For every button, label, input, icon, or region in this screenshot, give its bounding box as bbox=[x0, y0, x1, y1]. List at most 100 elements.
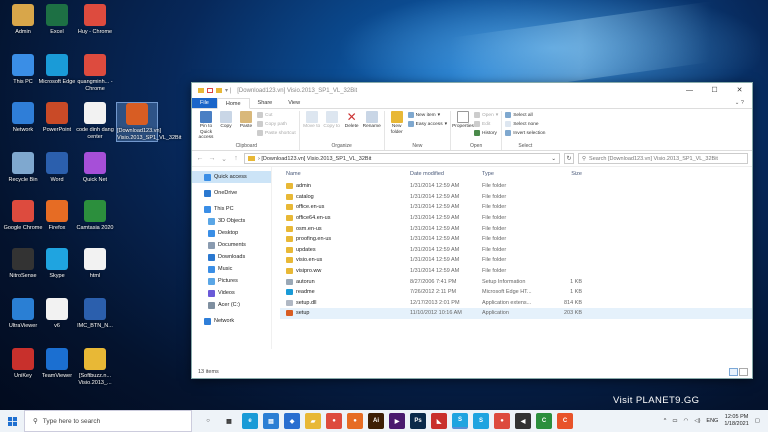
desktop-icon[interactable]: IMC_BTN_N... bbox=[74, 298, 116, 330]
file-row[interactable]: catalog 1/31/2014 12:59 AM File folder bbox=[280, 192, 752, 203]
taskbar-app-icon[interactable]: ◣ bbox=[431, 413, 447, 429]
cut-button[interactable]: Cut bbox=[257, 111, 296, 119]
search-input[interactable]: ⚲ Search [Download123.vn] Visio.2013_SP1… bbox=[578, 153, 748, 164]
nav-item[interactable]: This PC bbox=[192, 203, 271, 215]
taskbar-app-icon[interactable]: ▤ bbox=[263, 413, 279, 429]
back-arrow-icon[interactable]: ← bbox=[196, 155, 204, 162]
file-row[interactable]: office.en-us 1/31/2014 12:59 AM File folde… bbox=[280, 202, 752, 213]
file-row[interactable]: proofing.en-us 1/31/2014 12:59 AM File fol… bbox=[280, 234, 752, 245]
new-folder-icon[interactable] bbox=[216, 88, 222, 93]
nav-item[interactable]: 3D Objects bbox=[192, 215, 271, 227]
desktop-icon[interactable]: html bbox=[74, 248, 116, 280]
nav-item[interactable]: Music bbox=[192, 263, 271, 275]
language-indicator[interactable]: ENG bbox=[706, 418, 718, 424]
nav-item[interactable]: Documents bbox=[192, 239, 271, 251]
file-row[interactable]: setup.dll 12/17/2013 2:01 PM Application e… bbox=[280, 298, 752, 309]
taskbar-app-icon[interactable]: S bbox=[473, 413, 489, 429]
easy-access-button[interactable]: Easy access ▾ bbox=[407, 120, 447, 128]
ribbon-collapse-icon[interactable]: ⌄ ? bbox=[727, 98, 752, 108]
copy-button[interactable]: Copy bbox=[217, 111, 235, 143]
new-folder-button[interactable]: New folder bbox=[388, 111, 406, 143]
taskbar-app-icon[interactable]: C bbox=[536, 413, 552, 429]
taskbar-app-icon[interactable]: Ai bbox=[368, 413, 384, 429]
minimize-button[interactable]: — bbox=[677, 83, 702, 98]
move-to-button[interactable]: Move to bbox=[303, 111, 321, 143]
nav-item[interactable]: Network bbox=[192, 315, 271, 327]
paste-button[interactable]: Paste bbox=[237, 111, 255, 143]
nav-item[interactable]: Downloads bbox=[192, 251, 271, 263]
select-all-button[interactable]: Select all bbox=[505, 111, 545, 119]
invert-selection-button[interactable]: Invert selection bbox=[505, 129, 545, 137]
column-date-header[interactable]: Date modified bbox=[410, 171, 482, 177]
volume-icon[interactable]: ◁) bbox=[694, 418, 700, 424]
battery-icon[interactable]: ▭ bbox=[672, 418, 677, 424]
taskbar-app-icon[interactable]: ▦ bbox=[221, 413, 237, 429]
history-button[interactable]: History bbox=[474, 129, 498, 137]
nav-item[interactable]: Quick access bbox=[192, 171, 271, 183]
taskbar-app-icon[interactable]: ▰ bbox=[305, 413, 321, 429]
nav-item[interactable]: Videos bbox=[192, 287, 271, 299]
taskbar-app-icon[interactable]: ● bbox=[494, 413, 510, 429]
file-row[interactable]: office64.en-us 1/31/2014 12:59 AM File fol… bbox=[280, 213, 752, 224]
desktop-icon[interactable]: Excel bbox=[36, 4, 78, 36]
desktop-icon[interactable]: [Softbuzz.n... Visio.2013_... bbox=[74, 348, 116, 386]
up-arrow-icon[interactable]: ↑ bbox=[232, 155, 240, 162]
copy-path-button[interactable]: Copy path bbox=[257, 120, 296, 128]
file-row[interactable]: visio.en-us 1/31/2014 12:59 AM File folder bbox=[280, 255, 752, 266]
taskbar-app-icon[interactable]: e bbox=[242, 413, 258, 429]
qat-dropdown-icon[interactable]: ▾ | bbox=[225, 87, 231, 94]
notification-icon[interactable]: ▢ bbox=[755, 418, 760, 424]
desktop-icon[interactable]: Microsoft Edge bbox=[36, 54, 78, 86]
maximize-button[interactable]: ☐ bbox=[702, 83, 727, 98]
details-view-icon[interactable] bbox=[729, 368, 738, 376]
file-row[interactable]: osm.en-us 1/31/2014 12:59 AM File folder bbox=[280, 223, 752, 234]
file-row[interactable]: admin 1/31/2014 12:59 AM File folder bbox=[280, 181, 752, 192]
nav-item[interactable]: OneDrive bbox=[192, 187, 271, 199]
clock[interactable]: 12:05 PM 1/18/2021 bbox=[724, 414, 748, 428]
recent-dropdown-icon[interactable]: ⌄ bbox=[220, 155, 228, 163]
taskbar-app-icon[interactable]: ▶ bbox=[389, 413, 405, 429]
taskbar-app-icon[interactable]: ● bbox=[326, 413, 342, 429]
taskbar-app-icon[interactable]: C bbox=[557, 413, 573, 429]
desktop-icon[interactable]: Camtasia 2020 bbox=[74, 200, 116, 232]
tray-overflow-icon[interactable]: ^ bbox=[664, 418, 667, 424]
taskbar-app-icon[interactable]: ◀ bbox=[515, 413, 531, 429]
wifi-icon[interactable]: ◠ bbox=[684, 418, 689, 424]
desktop-icon[interactable]: v6 bbox=[36, 298, 78, 330]
nav-item[interactable]: Desktop bbox=[192, 227, 271, 239]
refresh-button[interactable]: ↻ bbox=[564, 153, 574, 164]
taskbar-app-icon[interactable]: Ps bbox=[410, 413, 426, 429]
taskbar-app-icon[interactable]: ● bbox=[347, 413, 363, 429]
column-name-header[interactable]: Name bbox=[280, 171, 410, 177]
file-row[interactable]: setup 11/10/2012 10:16 AM Application 203 K… bbox=[280, 308, 752, 319]
pin-quick-access-button[interactable]: Pin to Quick access bbox=[197, 111, 215, 143]
paste-shortcut-button[interactable]: Paste shortcut bbox=[257, 129, 296, 137]
tab-share[interactable]: Share bbox=[250, 98, 281, 108]
column-type-header[interactable]: Type bbox=[482, 171, 542, 177]
taskbar-app-icon[interactable]: ◆ bbox=[284, 413, 300, 429]
desktop-icon[interactable]: Skype bbox=[36, 248, 78, 280]
address-dropdown-icon[interactable]: ⌄ bbox=[551, 156, 556, 162]
new-item-button[interactable]: New item ▾ bbox=[407, 111, 447, 119]
file-row[interactable]: readme 7/26/2012 2:11 PM Microsoft Edge HT… bbox=[280, 287, 752, 298]
rename-button[interactable]: Rename bbox=[363, 111, 381, 143]
address-bar[interactable]: › [Download123.vn] Visio.2013_SP1_VL_32B… bbox=[244, 153, 560, 164]
delete-button[interactable]: ✕ Delete bbox=[343, 111, 361, 143]
taskbar-app-icon[interactable]: S bbox=[452, 413, 468, 429]
desktop-icon[interactable]: [Download123.vn] Visio.2013_SP1_VL_32Bit bbox=[116, 102, 181, 142]
desktop-icon[interactable]: Huy - Chrome bbox=[74, 4, 116, 36]
tab-file[interactable]: File bbox=[192, 98, 217, 108]
desktop-icon[interactable]: PowerPoint bbox=[36, 102, 78, 134]
desktop-icon[interactable]: quangminh... - Chrome bbox=[74, 54, 116, 92]
start-button[interactable] bbox=[0, 410, 24, 432]
large-icons-view-icon[interactable] bbox=[739, 368, 748, 376]
open-button[interactable]: Open ▾ bbox=[474, 111, 498, 119]
file-row[interactable]: autorun 8/27/2006 7:41 PM Setup Informatio… bbox=[280, 276, 752, 287]
edit-button[interactable]: Edit bbox=[474, 120, 498, 128]
taskbar-app-icon[interactable]: ○ bbox=[200, 413, 216, 429]
forward-arrow-icon[interactable]: → bbox=[208, 155, 216, 162]
taskbar-search[interactable]: ⚲ Type here to search bbox=[24, 410, 192, 432]
title-bar[interactable]: ▾ | [Download123.vn] Visio.2013_SP1_VL_3… bbox=[192, 83, 752, 98]
file-row[interactable]: visipro.ww 1/31/2014 12:59 AM File folder bbox=[280, 266, 752, 277]
desktop-icon[interactable]: Quick Net bbox=[74, 152, 116, 184]
